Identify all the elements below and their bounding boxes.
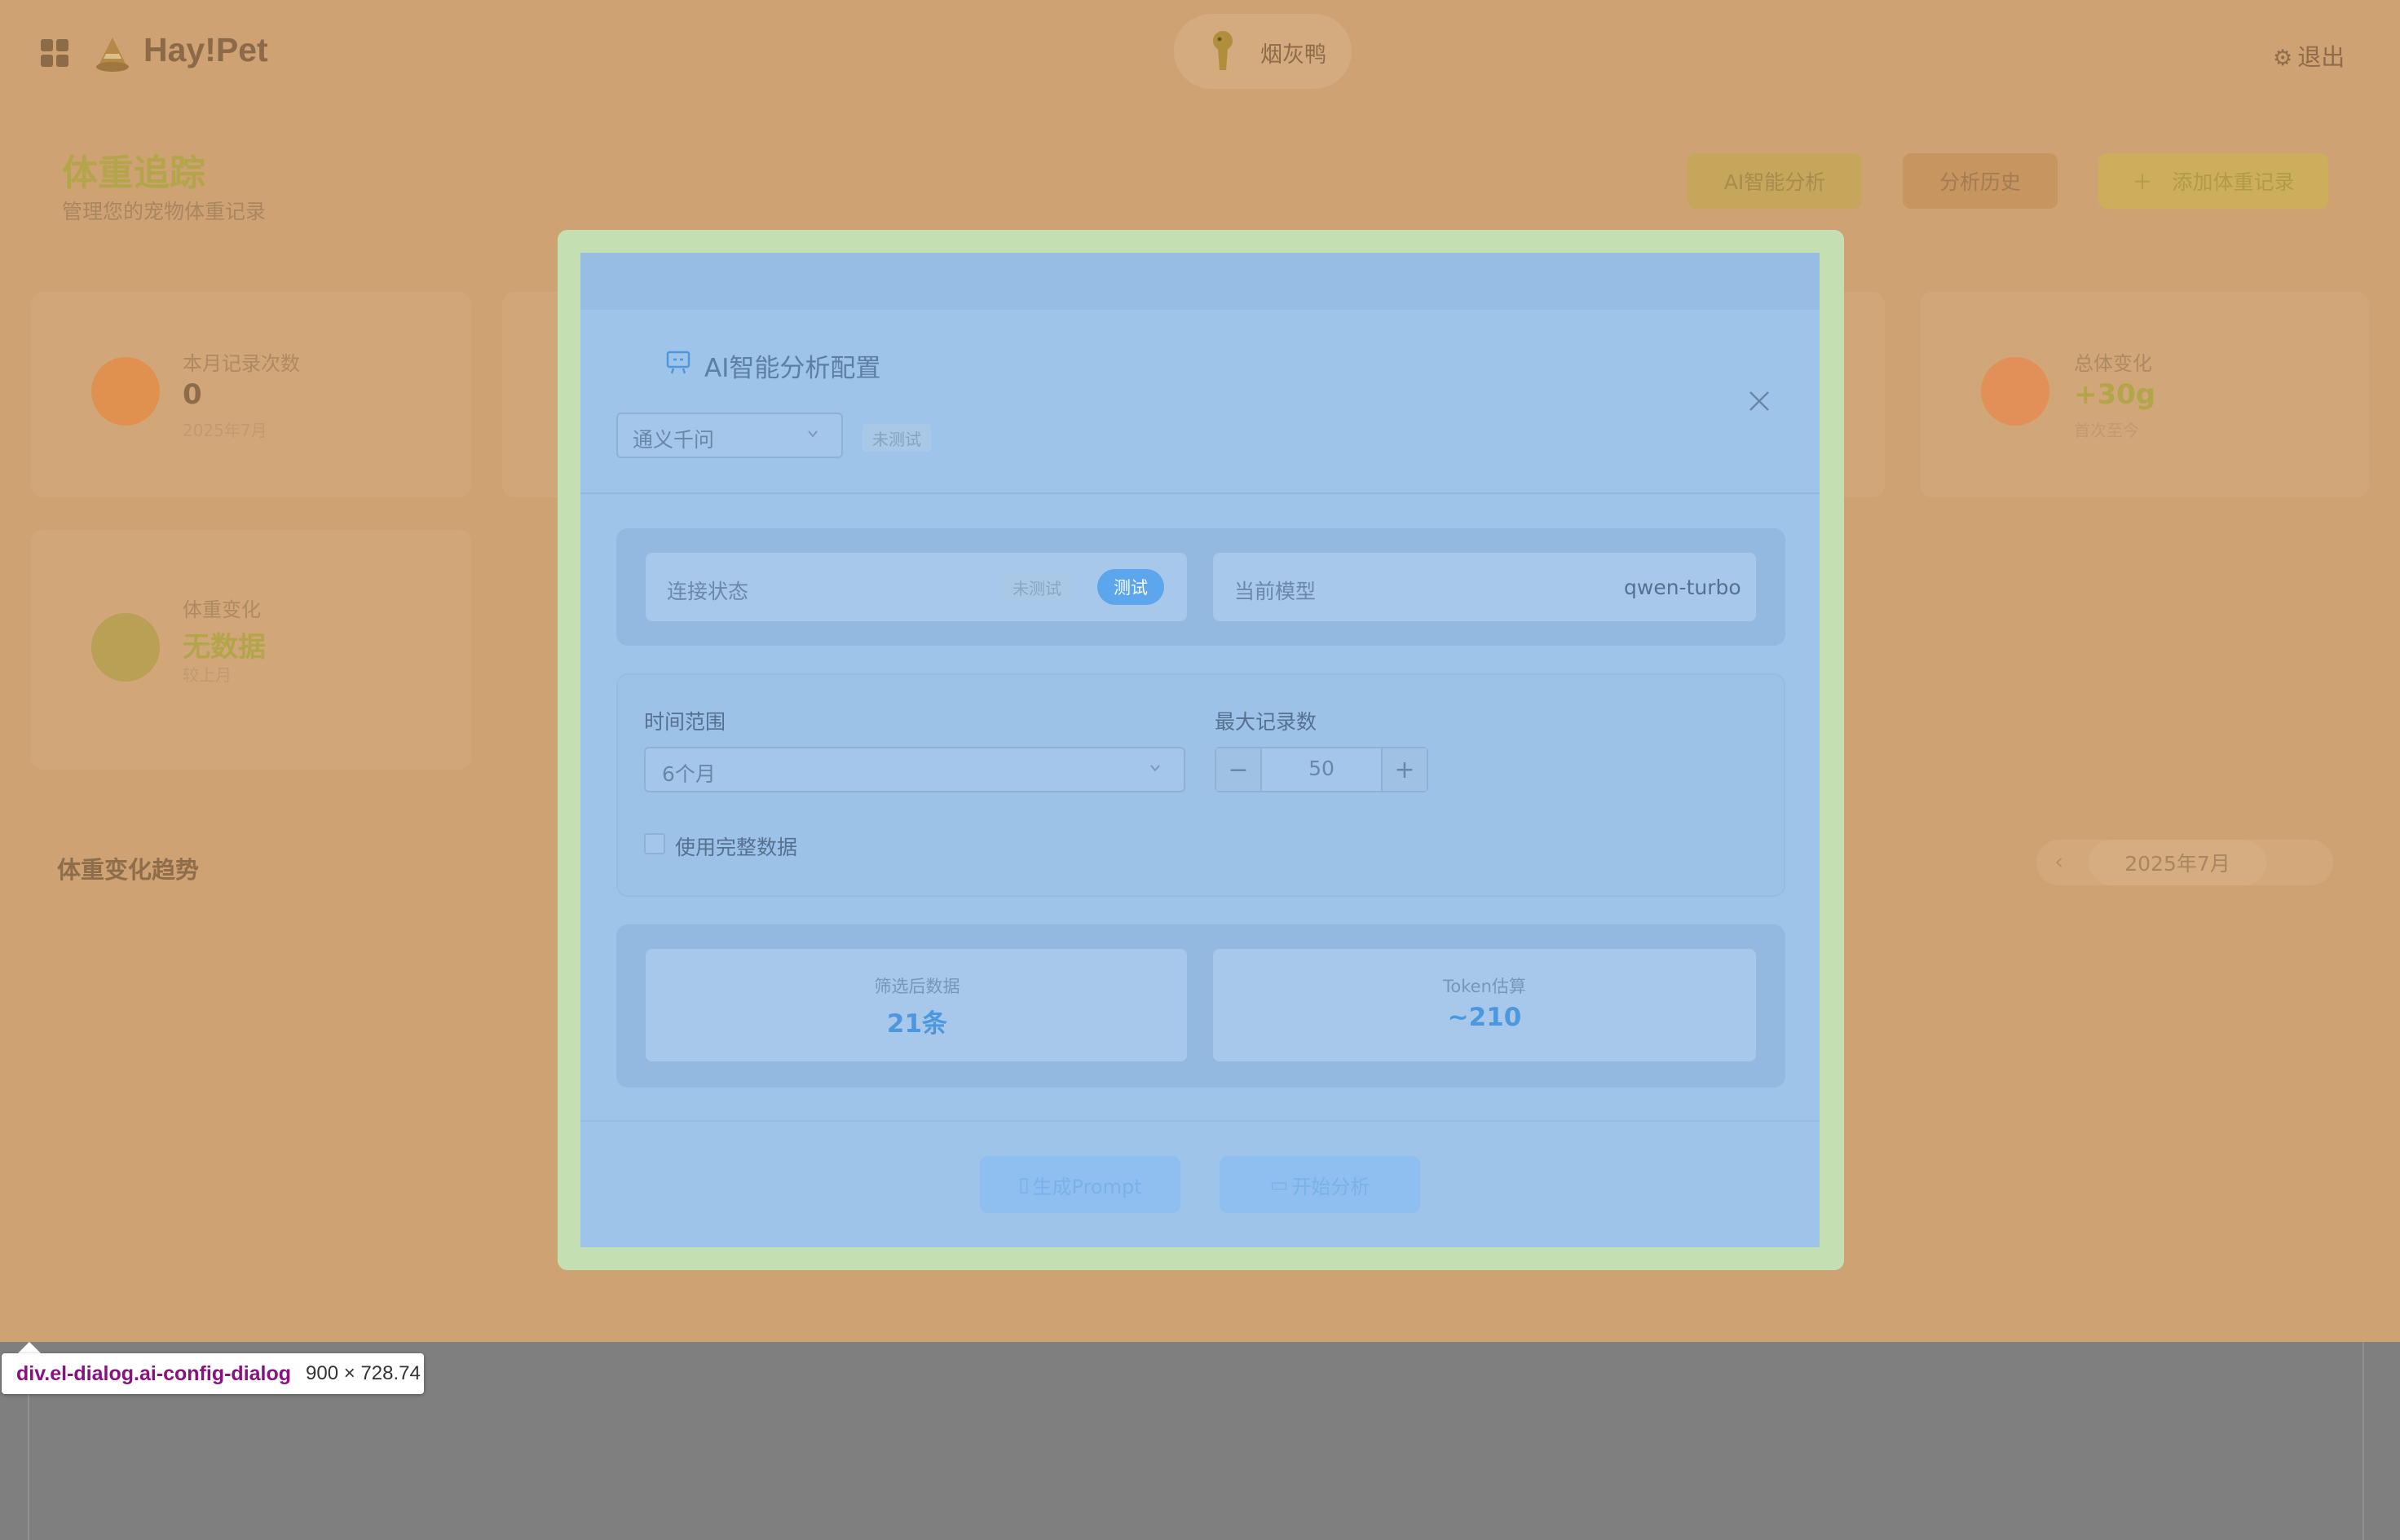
model-value: qwen-turbo <box>1624 576 1741 599</box>
dialog-title: AI智能分析配置 <box>704 354 881 383</box>
trend-up-icon <box>1981 357 2049 426</box>
token-value: ~210 <box>1447 1003 1522 1032</box>
logout-label: 退出 <box>2297 43 2345 71</box>
cone-logo-icon <box>96 38 129 72</box>
ai-analysis-label: AI智能分析 <box>1723 170 1826 194</box>
inspector-size: 900 × 728.74 <box>306 1362 421 1384</box>
apps-grid-icon[interactable] <box>41 39 68 67</box>
max-records-input[interactable]: 50 <box>1262 757 1381 780</box>
inspector-selector: div.el-dialog.ai-config-dialog <box>16 1361 292 1385</box>
generate-prompt-button[interactable]: ▯ 生成Prompt <box>980 1156 1180 1213</box>
pet-avatar-icon <box>1213 31 1233 70</box>
dialog-header-divider <box>580 492 1820 494</box>
presentation-icon: ▭ <box>1269 1173 1289 1196</box>
weight-change-label: 体重变化 <box>183 598 261 621</box>
trend-title: 体重变化趋势 <box>57 856 200 884</box>
total-sub: 首次至今 <box>2074 421 2139 440</box>
start-analysis-label: 开始分析 <box>1291 1175 1370 1198</box>
connection-status-badge: 未测试 <box>1001 573 1073 601</box>
use-full-data-checkbox[interactable] <box>644 833 665 854</box>
chevron-left-icon[interactable]: ‹ <box>2054 848 2063 875</box>
month-label[interactable]: 2025年7月 <box>2089 840 2266 885</box>
chevron-down-icon <box>808 430 818 438</box>
token-label: Token估算 <box>1443 977 1526 996</box>
provider-value: 通义千问 <box>633 428 715 452</box>
increment-button[interactable]: + <box>1381 748 1427 791</box>
analysis-history-label: 分析历史 <box>1939 170 2021 194</box>
decrement-button[interactable]: − <box>1216 748 1262 791</box>
time-range-select[interactable] <box>644 747 1185 792</box>
logout-button[interactable]: ⚙ 退出 <box>2273 38 2345 73</box>
brand-name: Hay!Pet <box>143 31 268 68</box>
records-icon <box>91 357 160 426</box>
inspector-tooltip: div.el-dialog.ai-config-dialog 900 × 728… <box>2 1353 424 1394</box>
presentation-icon <box>666 351 690 374</box>
generate-prompt-label: 生成Prompt <box>1032 1175 1142 1198</box>
page-title: 体重追踪 <box>62 152 205 194</box>
inspector-tooltip-arrow <box>18 1342 41 1353</box>
close-icon[interactable] <box>1748 390 1771 413</box>
connection-label: 连接状态 <box>667 580 749 603</box>
time-range-label: 时间范围 <box>644 710 726 734</box>
add-weight-record-label: 添加体重记录 <box>2172 170 2295 194</box>
pet-name: 烟灰鸭 <box>1260 42 1326 68</box>
filtered-value: 21条 <box>886 1009 948 1039</box>
document-icon: ▯ <box>1018 1173 1030 1196</box>
page-subtitle: 管理您的宠物体重记录 <box>62 200 267 223</box>
ai-analysis-button[interactable]: AI智能分析 <box>1688 153 1862 209</box>
gear-icon: ⚙ <box>2273 46 2293 71</box>
model-label: 当前模型 <box>1234 580 1317 603</box>
time-range-value: 6个月 <box>662 762 716 786</box>
gray-rule-right <box>2362 1342 2364 1540</box>
start-analysis-button[interactable]: ▭ 开始分析 <box>1220 1156 1420 1213</box>
analysis-history-button[interactable]: 分析历史 <box>1903 153 2058 209</box>
filtered-label: 筛选后数据 <box>874 977 960 996</box>
dialog-top-strip <box>580 253 1820 310</box>
total-label: 总体变化 <box>2074 352 2152 375</box>
chevron-down-icon <box>1150 765 1160 772</box>
total-value: +30g <box>2074 378 2156 411</box>
weight-change-value: 无数据 <box>183 631 266 664</box>
weight-change-sub: 较上月 <box>183 665 232 685</box>
max-records-label: 最大记录数 <box>1215 710 1317 734</box>
add-weight-record-button[interactable]: ＋ 添加体重记录 <box>2098 153 2328 209</box>
provider-status-badge: 未测试 <box>862 424 931 452</box>
dialog-footer-divider <box>580 1120 1820 1122</box>
chart-icon <box>91 613 160 682</box>
use-full-data-label[interactable]: 使用完整数据 <box>675 832 797 861</box>
records-label: 本月记录次数 <box>183 352 300 375</box>
records-sub: 2025年7月 <box>183 421 267 440</box>
plus-icon: ＋ <box>2132 170 2153 194</box>
records-value: 0 <box>183 378 202 411</box>
test-connection-button[interactable]: 测试 <box>1097 569 1164 605</box>
